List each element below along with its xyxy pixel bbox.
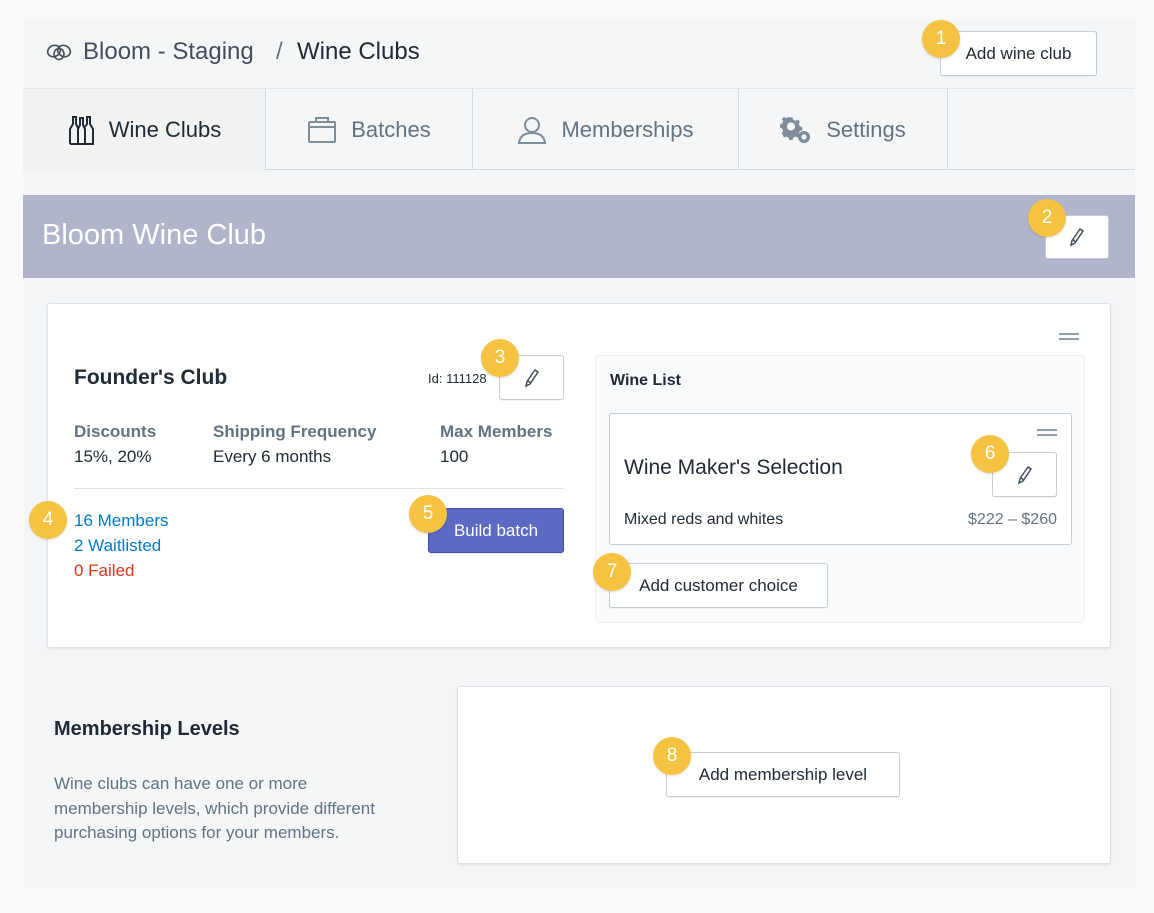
- wine-bottles-icon: [68, 116, 94, 145]
- membership-levels-description: Wine clubs can have one or more membersh…: [54, 774, 375, 842]
- tab-bar: Wine Clubs Batches Memberships Settings: [23, 89, 1135, 171]
- level-id: Id: 111128: [428, 371, 487, 386]
- max-members-label: Max Members: [440, 422, 553, 441]
- failed-link[interactable]: 0 Failed: [74, 561, 134, 581]
- customer-choice-card: Wine Maker's Selection Mixed reds and wh…: [609, 413, 1072, 545]
- bloom-logo-icon: [46, 44, 72, 61]
- drag-handle-icon[interactable]: [1037, 429, 1057, 436]
- shipping-frequency-label: Shipping Frequency: [213, 422, 377, 441]
- app-frame: Bloom - Staging / Wine Clubs Add wine cl…: [23, 18, 1135, 888]
- waitlisted-link[interactable]: 2 Waitlisted: [74, 536, 161, 556]
- pencil-icon: [1017, 465, 1032, 484]
- tab-label: Settings: [826, 116, 906, 142]
- callout-marker-3: 3: [481, 339, 519, 377]
- members-link[interactable]: 16 Members: [74, 511, 168, 531]
- club-title: Bloom Wine Club: [42, 219, 267, 251]
- wine-list-panel: Wine List Wine Maker's Selection Mixed r…: [595, 355, 1085, 623]
- gears-icon: [780, 116, 811, 143]
- wine-list-title: Wine List: [610, 372, 681, 389]
- callout-marker-1: 1: [922, 20, 960, 58]
- callout-marker-4: 4: [29, 501, 67, 539]
- level-title: Founder's Club: [74, 366, 228, 389]
- top-bar: Bloom - Staging / Wine Clubs Add wine cl…: [23, 18, 1135, 89]
- club-banner: Bloom Wine Club: [23, 195, 1135, 278]
- add-customer-choice-button[interactable]: Add customer choice: [609, 563, 828, 608]
- choice-name: Wine Maker's Selection: [624, 456, 843, 479]
- choice-description: Mixed reds and whites: [624, 511, 784, 528]
- membership-levels-card: Add membership level: [457, 686, 1111, 864]
- add-membership-level-button[interactable]: Add membership level: [666, 752, 900, 797]
- choice-price: $222 – $260: [968, 511, 1057, 528]
- tab-label: Batches: [351, 116, 431, 142]
- tab-settings[interactable]: Settings: [739, 89, 948, 170]
- breadcrumb-app[interactable]: Bloom - Staging: [83, 38, 254, 66]
- drag-handle-icon[interactable]: [1059, 333, 1079, 340]
- callout-marker-8: 8: [653, 737, 691, 775]
- callout-marker-5: 5: [409, 495, 447, 533]
- max-members-value: 100: [440, 447, 469, 466]
- discounts-value: 15%, 20%: [74, 447, 152, 466]
- tab-label: Memberships: [561, 116, 694, 142]
- membership-levels-title: Membership Levels: [54, 718, 240, 740]
- membership-level-card: Founder's Club Id: 111128 Discounts 15%,…: [47, 303, 1111, 648]
- callout-marker-7: 7: [593, 553, 631, 591]
- build-batch-button[interactable]: Build batch: [428, 508, 564, 553]
- shipping-frequency-value: Every 6 months: [213, 447, 332, 466]
- tab-batches[interactable]: Batches: [266, 89, 473, 170]
- breadcrumb-separator: /: [276, 38, 283, 65]
- pencil-icon: [1069, 227, 1085, 247]
- callout-marker-2: 2: [1028, 199, 1066, 237]
- divider: [74, 488, 564, 489]
- user-icon: [518, 116, 547, 144]
- callout-marker-6: 6: [971, 435, 1009, 473]
- add-wine-club-button[interactable]: Add wine club: [940, 31, 1097, 76]
- tab-wine-clubs[interactable]: Wine Clubs: [23, 89, 266, 171]
- discounts-label: Discounts: [74, 422, 157, 441]
- tab-memberships[interactable]: Memberships: [473, 89, 739, 170]
- pencil-icon: [524, 368, 539, 387]
- tab-label: Wine Clubs: [108, 117, 222, 142]
- page-title: Wine Clubs: [297, 38, 420, 65]
- box-icon: [308, 116, 337, 143]
